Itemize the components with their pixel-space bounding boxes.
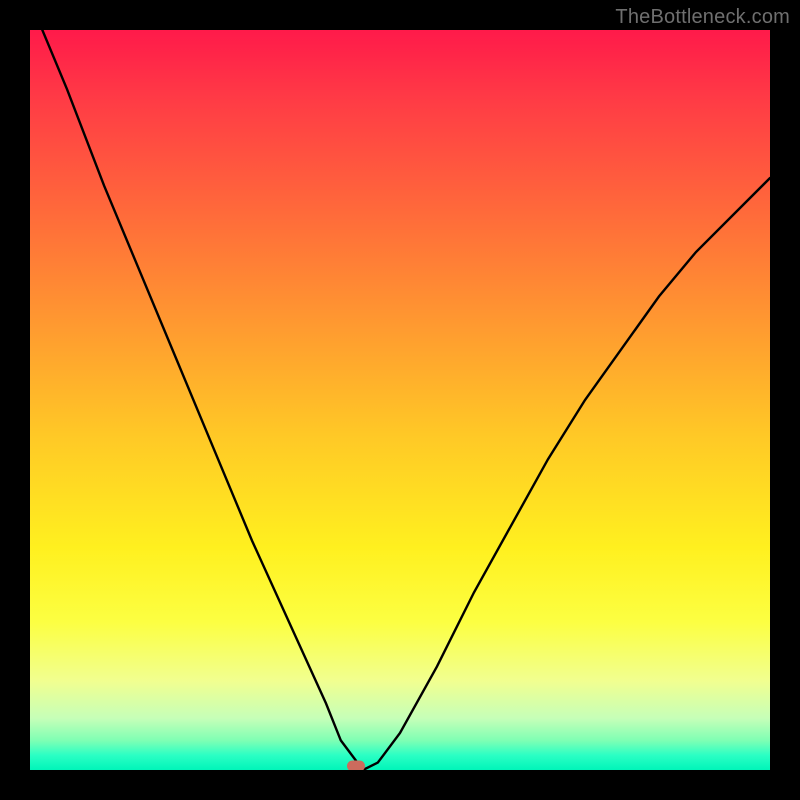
- bottleneck-curve: [30, 30, 770, 770]
- plot-area: [30, 30, 770, 770]
- chart-frame: TheBottleneck.com: [0, 0, 800, 800]
- optimum-marker: [347, 761, 365, 771]
- attribution-text: TheBottleneck.com: [615, 6, 790, 29]
